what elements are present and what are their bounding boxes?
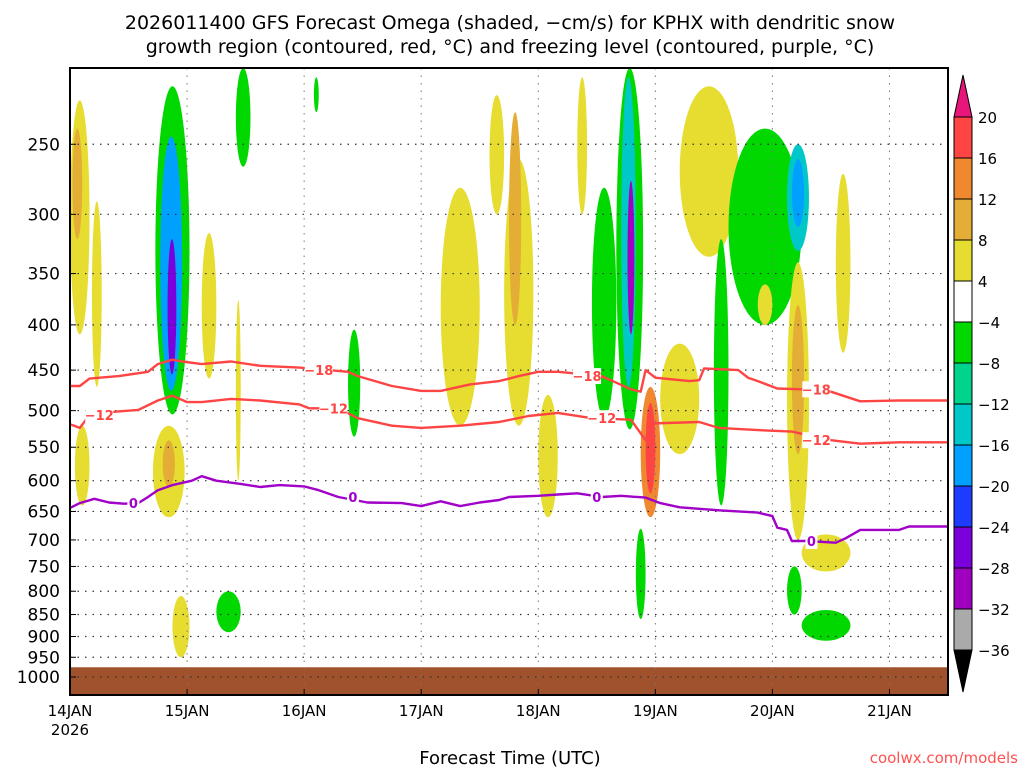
colorbar-label: −24 — [978, 519, 1010, 537]
x-tick-year-label: 2026 — [51, 721, 89, 739]
ground-fill — [70, 667, 948, 695]
x-tick-label: 19JAN — [633, 702, 678, 720]
colorbar-bin — [953, 321, 973, 364]
colorbar-label: 4 — [978, 273, 988, 291]
omega-region — [167, 239, 177, 375]
y-tick-label: 450 — [28, 361, 60, 381]
omega-region — [509, 112, 522, 325]
y-tick-label: 800 — [28, 582, 60, 602]
x-tick-label: 16JAN — [282, 702, 327, 720]
x-axis: 14JAN2026 15JAN 16JAN 17JAN 18JAN 19JAN 20JAN 2… — [48, 689, 912, 739]
colorbar-bin — [953, 362, 973, 405]
omega-region — [627, 180, 635, 335]
y-axis: 2503003504004505005506006507007508008509… — [17, 135, 76, 688]
omega-region — [348, 329, 361, 437]
omega-region — [172, 596, 190, 658]
omega-region — [489, 95, 505, 215]
omega-region — [235, 68, 251, 167]
colorbar-label: −8 — [978, 355, 1000, 373]
y-tick-label: 500 — [28, 402, 60, 422]
colorbar-label: −4 — [978, 314, 1000, 332]
colorbar-bin — [953, 116, 973, 159]
omega-region — [201, 233, 217, 379]
y-tick-label: 350 — [28, 265, 60, 285]
omega-region — [835, 173, 851, 353]
dgz-minus-18-label: −18 — [573, 370, 602, 385]
credit-link[interactable]: coolwx.com/models — [870, 749, 1018, 767]
y-tick-label: 250 — [28, 135, 60, 155]
dgz-minus-18-label: −18 — [802, 383, 831, 398]
omega-region — [713, 239, 729, 506]
dgz-minus-12-label: −12 — [802, 434, 831, 449]
colorbar-label: 8 — [978, 232, 988, 250]
colorbar-label: −32 — [978, 601, 1010, 619]
colorbar-label: −36 — [978, 642, 1010, 660]
y-tick-label: 650 — [28, 502, 60, 522]
omega-region — [660, 343, 700, 455]
colorbar-bin — [953, 280, 973, 323]
freezing-level-0-label: 0 — [807, 535, 816, 550]
colorbar-label: −20 — [978, 478, 1010, 496]
y-tick-label: 900 — [28, 627, 60, 647]
colorbar-bin — [953, 567, 973, 610]
colorbar-label: −12 — [978, 396, 1010, 414]
colorbar-label: −28 — [978, 560, 1010, 578]
omega-region — [235, 300, 241, 481]
y-tick-label: 550 — [28, 438, 60, 458]
colorbar-bin — [953, 403, 973, 446]
y-tick-label: 750 — [28, 557, 60, 577]
colorbar-bin — [953, 157, 973, 200]
y-tick-label: 600 — [28, 472, 60, 492]
omega-region — [313, 77, 319, 113]
omega-region — [787, 566, 802, 615]
y-tick-label: 300 — [28, 205, 60, 225]
y-tick-label: 850 — [28, 606, 60, 626]
freezing-level-0-label: 0 — [592, 491, 601, 506]
y-tick-label: 700 — [28, 531, 60, 551]
omega-region — [757, 284, 773, 325]
plot-area: −18 −18 −18 −12 −12 −12 −12 0 0 0 0 — [70, 68, 948, 695]
omega-cross-section-chart: 2026011400 GFS Forecast Omega (shaded, −… — [17, 12, 1018, 769]
colorbar-label: 20 — [978, 109, 997, 127]
colorbar-bin — [953, 485, 973, 528]
omega-region — [645, 402, 656, 494]
x-axis-label: Forecast Time (UTC) — [419, 748, 600, 768]
x-tick-label: 21JAN — [867, 702, 912, 720]
colorbar-bin — [953, 608, 973, 651]
colorbar: 20 16 12 8 4 −4 −8 −12 −16 −20 −24 −28 −32 −36 — [953, 74, 1010, 693]
colorbar-bin — [953, 198, 973, 241]
x-tick-label: 17JAN — [399, 702, 444, 720]
omega-region — [74, 425, 90, 506]
x-tick-label: 15JAN — [165, 702, 210, 720]
omega-region — [72, 128, 83, 240]
colorbar-label: −16 — [978, 437, 1010, 455]
dgz-minus-18-label: −18 — [304, 364, 333, 379]
chart-title-line-2: growth region (contoured, red, °C) and f… — [146, 36, 875, 58]
y-tick-label: 950 — [28, 648, 60, 668]
freezing-level-0-label: 0 — [348, 491, 357, 506]
x-tick-label: 18JAN — [516, 702, 561, 720]
omega-region — [635, 528, 646, 620]
y-tick-label: 400 — [28, 316, 60, 336]
x-tick-label: 20JAN — [750, 702, 795, 720]
omega-region — [577, 77, 588, 215]
colorbar-label: 16 — [978, 150, 997, 168]
y-tick-label: 1000 — [17, 668, 60, 688]
omega-region — [791, 159, 805, 227]
colorbar-top-extend — [953, 74, 973, 118]
colorbar-label: 12 — [978, 191, 997, 209]
omega-region — [216, 591, 241, 633]
freezing-level-0-label: 0 — [129, 497, 138, 512]
colorbar-bin — [953, 444, 973, 487]
dgz-minus-12-label: −12 — [85, 409, 114, 424]
omega-region — [91, 201, 102, 387]
colorbar-bottom-extend — [953, 649, 973, 693]
x-tick-label: 14JAN — [48, 702, 93, 720]
dgz-minus-12-label: −12 — [319, 402, 348, 417]
colorbar-bin — [953, 526, 973, 569]
chart-title-line-1: 2026011400 GFS Forecast Omega (shaded, −… — [125, 12, 895, 34]
colorbar-bin — [953, 239, 973, 282]
dgz-minus-12-label: −12 — [587, 412, 616, 427]
ground-layer — [70, 667, 948, 695]
